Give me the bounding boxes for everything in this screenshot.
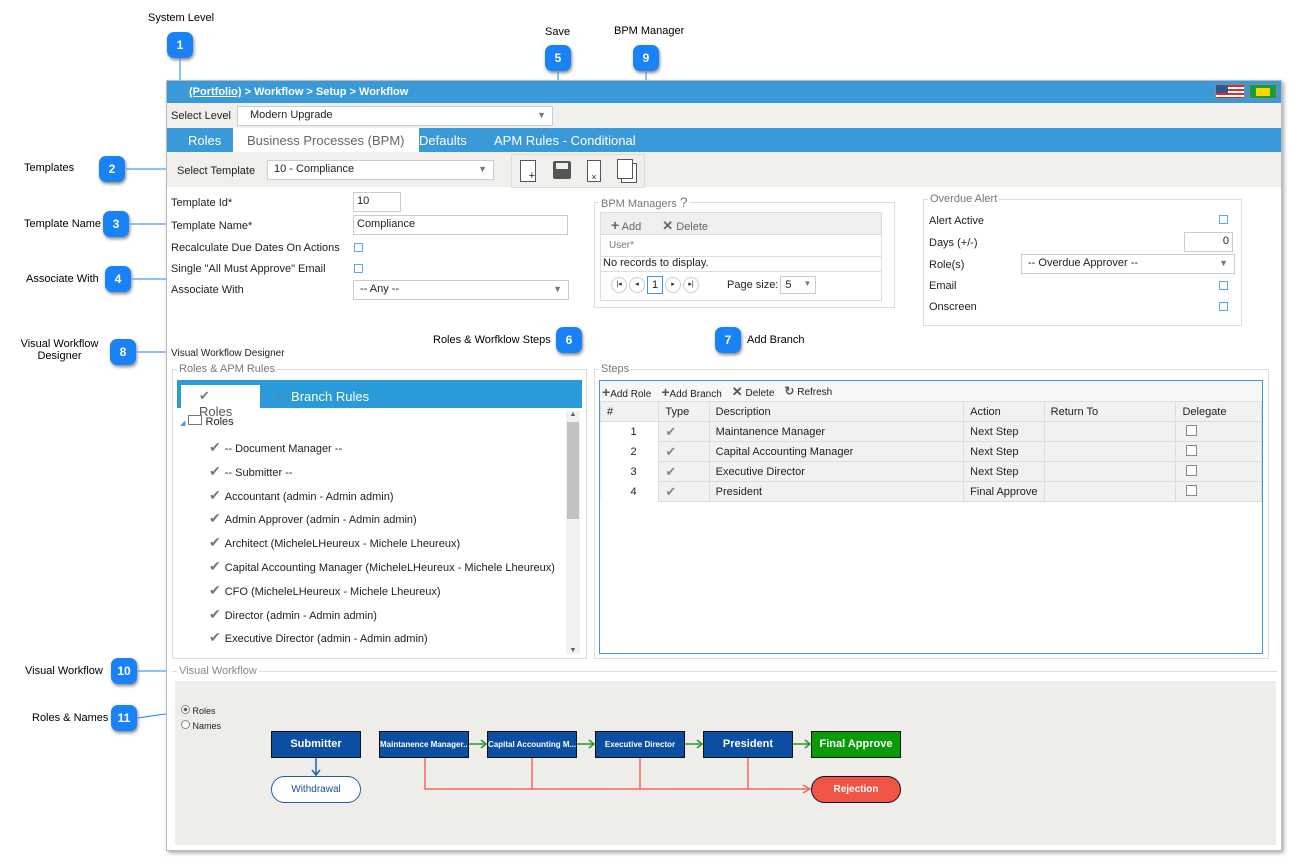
callout-label-7: Add Branch (747, 334, 805, 346)
callout-badge-10: 10 (111, 658, 137, 684)
callout-badge-7: 7 (715, 327, 741, 353)
callout-badge-6: 6 (556, 327, 582, 353)
callout-label-2: Templates (24, 162, 75, 174)
node-step-2[interactable]: Capital Accounting M... (487, 731, 577, 758)
callout-label-11: Roles & Names (32, 712, 109, 724)
callout-label-1: System Level (148, 12, 215, 24)
callout-badge-5: 5 (545, 45, 571, 71)
callout-badge-2: 2 (99, 156, 125, 182)
node-rejection[interactable]: Rejection (811, 776, 901, 803)
callout-label-4: Associate With (26, 273, 99, 285)
callout-badge-11: 11 (111, 705, 137, 731)
node-withdrawal[interactable]: Withdrawal (271, 776, 361, 803)
node-final-approve[interactable]: Final Approve (811, 731, 901, 758)
callout-badge-4: 4 (105, 266, 131, 292)
workflow-window: (Portfolio) > Workflow > Setup > Workflo… (166, 80, 1282, 851)
callout-badge-1: 1 (167, 32, 193, 58)
node-submitter[interactable]: Submitter (271, 731, 361, 758)
callout-label-6: Roles & Worfklow Steps (433, 334, 551, 346)
reject-connector (424, 758, 809, 790)
callout-label-10: Visual Workflow (25, 665, 103, 677)
callout-label-5: Save (545, 26, 571, 38)
node-step-4[interactable]: President (703, 731, 793, 758)
callout-badge-3: 3 (103, 211, 129, 237)
callout-label-9: BPM Manager (614, 25, 685, 37)
callout-label-3: Template Name (24, 218, 102, 230)
node-step-3[interactable]: Executive Director (595, 731, 685, 758)
callout-badge-8: 8 (110, 339, 136, 365)
callout-badge-9: 9 (633, 45, 659, 71)
callout-label-8: Visual Workflow Designer (20, 338, 99, 362)
node-step-1[interactable]: Maintanence Manager... (379, 731, 469, 758)
